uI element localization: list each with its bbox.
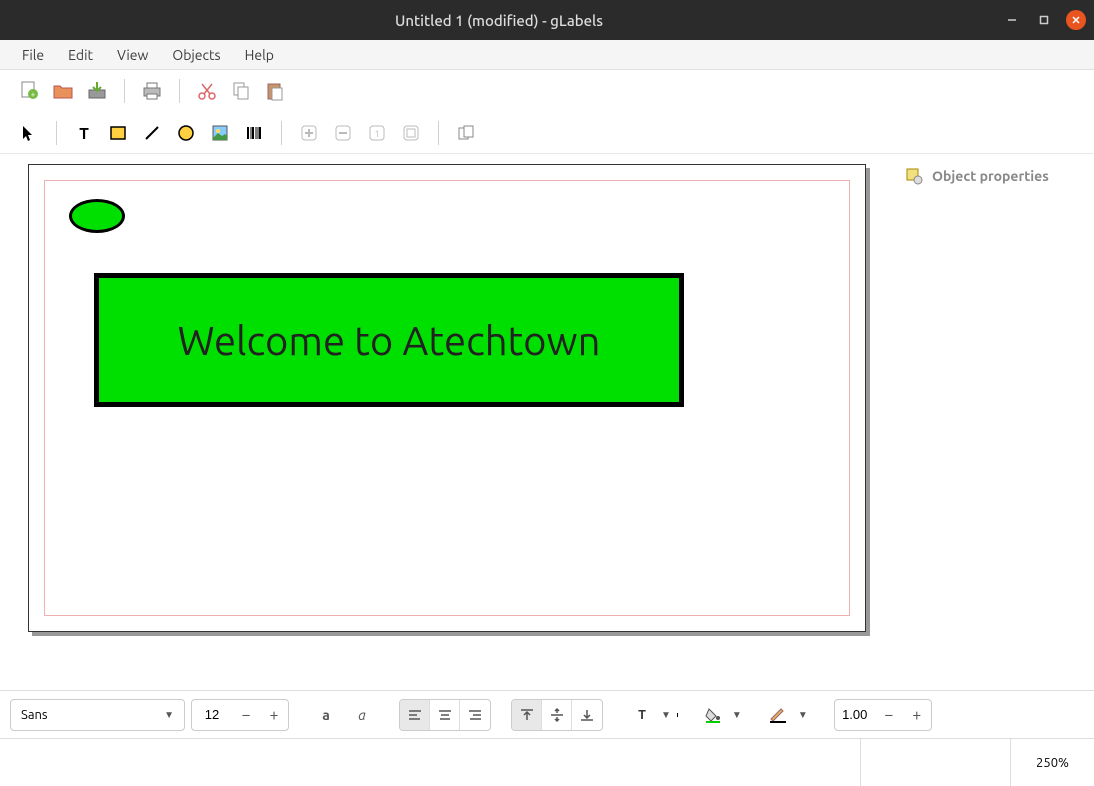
text-color-indicator	[677, 713, 678, 717]
format-bar: Sans ▼ − + a a T ▼ ▼ ▼ − +	[0, 690, 1094, 738]
svg-text:a: a	[358, 707, 366, 723]
align-left-button[interactable]	[400, 700, 430, 730]
font-size-decrease[interactable]: −	[232, 700, 260, 730]
toolbar-tools: T 1	[0, 112, 1094, 154]
box-text: Welcome to Atechtown	[178, 318, 601, 363]
menu-view[interactable]: View	[105, 43, 160, 67]
line-width-input[interactable]	[835, 707, 875, 722]
italic-button[interactable]: a	[347, 700, 377, 730]
maximize-button[interactable]	[1034, 10, 1054, 30]
font-size-input[interactable]	[192, 707, 232, 722]
svg-text:+: +	[31, 90, 36, 99]
zoom-out-button[interactable]	[328, 118, 358, 148]
chevron-down-icon: ▼	[164, 709, 174, 721]
h-align-group	[399, 699, 491, 731]
image-tool[interactable]	[205, 118, 235, 148]
menubar: File Edit View Objects Help	[0, 40, 1094, 70]
print-button[interactable]	[137, 76, 167, 106]
ellipse-object[interactable]	[69, 199, 125, 233]
object-properties-toggle[interactable]: Object properties	[900, 162, 1088, 190]
bold-button[interactable]: a	[311, 700, 341, 730]
svg-text:T: T	[638, 708, 646, 722]
v-align-group	[511, 699, 603, 731]
svg-text:T: T	[79, 125, 89, 142]
properties-icon	[904, 166, 924, 186]
font-family-value: Sans	[21, 708, 48, 722]
workspace: Welcome to Atechtown Object properties	[0, 154, 1094, 690]
menu-edit[interactable]: Edit	[56, 43, 105, 67]
separator	[281, 121, 282, 145]
open-button[interactable]	[48, 76, 78, 106]
sidebar-properties-label: Object properties	[932, 168, 1049, 184]
valign-middle-button[interactable]	[542, 700, 572, 730]
toolbar-main: +	[0, 70, 1094, 112]
svg-text:1: 1	[374, 129, 379, 139]
cut-button[interactable]	[192, 76, 222, 106]
align-right-button[interactable]	[460, 700, 490, 730]
zoom-100-button[interactable]: 1	[362, 118, 392, 148]
label-paper: Welcome to Atechtown	[28, 164, 866, 632]
separator	[124, 79, 125, 103]
menu-help[interactable]: Help	[233, 43, 286, 67]
box-object[interactable]: Welcome to Atechtown	[94, 273, 684, 407]
new-button[interactable]: +	[14, 76, 44, 106]
select-tool[interactable]	[14, 118, 44, 148]
status-cell	[860, 739, 1010, 786]
zoom-fit-button[interactable]	[396, 118, 426, 148]
text-color-button[interactable]: T	[629, 700, 655, 730]
copy-button[interactable]	[226, 76, 256, 106]
separator	[56, 121, 57, 145]
text-tool[interactable]: T	[69, 118, 99, 148]
window-title: Untitled 1 (modified) - gLabels	[8, 12, 990, 29]
fill-color-button[interactable]	[700, 700, 726, 730]
statusbar: 250%	[0, 738, 1094, 786]
chevron-down-icon[interactable]: ▼	[661, 709, 671, 721]
chevron-down-icon[interactable]: ▼	[732, 709, 742, 721]
svg-text:a: a	[322, 707, 330, 723]
valign-top-button[interactable]	[512, 700, 542, 730]
separator	[179, 79, 180, 103]
line-color-button[interactable]	[764, 700, 792, 730]
ellipse-tool[interactable]	[171, 118, 201, 148]
font-size-increase[interactable]: +	[260, 700, 288, 730]
save-button[interactable]	[82, 76, 112, 106]
valign-bottom-button[interactable]	[572, 700, 602, 730]
separator	[438, 121, 439, 145]
close-button[interactable]	[1066, 10, 1086, 30]
line-width-decrease[interactable]: −	[875, 700, 903, 730]
minimize-button[interactable]	[1002, 10, 1022, 30]
line-tool[interactable]	[137, 118, 167, 148]
merge-button[interactable]	[451, 118, 481, 148]
menu-file[interactable]: File	[10, 43, 56, 67]
status-spacer	[0, 739, 860, 786]
font-size-spinner[interactable]: − +	[191, 699, 289, 731]
titlebar: Untitled 1 (modified) - gLabels	[0, 0, 1094, 40]
line-width-spinner[interactable]: − +	[834, 699, 932, 731]
align-center-button[interactable]	[430, 700, 460, 730]
menu-objects[interactable]: Objects	[160, 43, 232, 67]
paste-button[interactable]	[260, 76, 290, 106]
barcode-tool[interactable]	[239, 118, 269, 148]
line-width-increase[interactable]: +	[903, 700, 931, 730]
zoom-level: 250%	[1010, 739, 1094, 786]
sidebar: Object properties	[894, 154, 1094, 690]
box-tool[interactable]	[103, 118, 133, 148]
canvas-area[interactable]: Welcome to Atechtown	[0, 154, 894, 690]
font-family-select[interactable]: Sans ▼	[10, 699, 185, 731]
chevron-down-icon[interactable]: ▼	[798, 709, 808, 721]
zoom-in-button[interactable]	[294, 118, 324, 148]
